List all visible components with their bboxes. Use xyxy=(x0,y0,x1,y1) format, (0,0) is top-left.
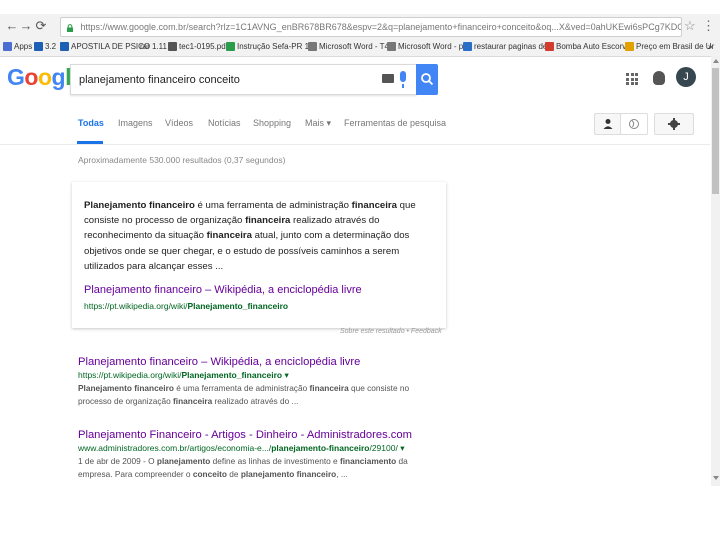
result-snippet: Planejamento financeiro é uma ferramenta… xyxy=(78,383,410,406)
microphone-icon[interactable] xyxy=(400,71,406,88)
url-field[interactable]: https://www.google.com.br/search?rlz=1C1… xyxy=(60,17,682,37)
bookmarks-bar: Apps 3.2 APOSTILA DE PSICO rar 1.11 tec1… xyxy=(0,38,720,57)
price-icon xyxy=(625,42,634,52)
apps-grid-icon xyxy=(3,42,12,52)
page-scrollbar[interactable] xyxy=(711,56,720,486)
featured-snippet-text: Planejamento financeiro é uma ferramenta… xyxy=(84,200,416,272)
bookmark-item[interactable]: tec1-0195.pdf xyxy=(168,41,228,53)
active-tab-indicator xyxy=(77,141,103,144)
address-bar-row: ← → ⟳ https://www.google.com.br/search?r… xyxy=(0,14,720,38)
result-snippet: 1 de abr de 2009 - O planejamento define… xyxy=(78,456,408,479)
linkedin-icon xyxy=(34,42,43,52)
logo-letter: G xyxy=(7,64,25,90)
scrollbar-thumb[interactable] xyxy=(712,68,719,194)
personal-results-button[interactable] xyxy=(594,113,622,135)
lock-icon xyxy=(67,23,73,32)
search-result: Planejamento financeiro – Wikipédia, a e… xyxy=(78,356,458,408)
notifications-icon[interactable] xyxy=(653,71,665,85)
bookmark-item[interactable]: Instrução Sefa-PR 14 xyxy=(226,41,313,53)
tab-all[interactable]: Todas xyxy=(78,118,104,128)
search-icon xyxy=(421,73,434,86)
featured-snippet-link[interactable]: Planejamento financeiro – Wikipédia, a e… xyxy=(84,284,362,296)
bookmark-item[interactable]: Microsoft Word - plo xyxy=(387,41,469,53)
tab-more[interactable]: Mais ▾ xyxy=(305,118,331,129)
apps-icon[interactable] xyxy=(626,73,638,85)
tab-videos[interactable]: Vídeos xyxy=(165,118,193,128)
gear-icon xyxy=(668,118,680,130)
bookmark-item[interactable]: APOSTILA DE PSICO xyxy=(60,41,150,53)
logo-letter: g xyxy=(51,64,66,90)
result-title-link[interactable]: Planejamento financeiro – Wikipédia, a e… xyxy=(78,356,458,368)
scroll-down-icon[interactable] xyxy=(713,476,719,480)
featured-snippet-url: https://pt.wikipedia.org/wiki/Planejamen… xyxy=(84,301,289,311)
settings-button[interactable] xyxy=(654,113,694,135)
bookmark-item[interactable]: Bomba Auto Escorva xyxy=(545,41,631,53)
bookmark-item[interactable]: 3.2 xyxy=(34,41,56,53)
url-text: https://www.google.com.br/search?rlz=1C1… xyxy=(80,22,681,32)
scroll-up-icon[interactable] xyxy=(713,59,719,63)
tab-news[interactable]: Notícias xyxy=(208,118,241,128)
globe-icon xyxy=(629,119,639,129)
reload-icon[interactable]: ⟳ xyxy=(33,18,49,34)
linkedin-icon xyxy=(60,42,69,52)
bookmark-item[interactable]: Microsoft Word - T4 xyxy=(308,41,389,53)
shop-icon xyxy=(545,42,554,52)
search-button[interactable] xyxy=(416,64,438,95)
bookmark-item[interactable]: rar 1.11 xyxy=(140,41,167,53)
leaf-icon xyxy=(226,42,235,52)
browser-window: ← → ⟳ https://www.google.com.br/search?r… xyxy=(0,0,720,486)
snippet-feedback[interactable]: Sobre este resultado • Feedback xyxy=(340,328,442,335)
bookmark-apps[interactable]: Apps xyxy=(3,41,32,53)
bookmark-item[interactable]: Preço em Brasil de Ur xyxy=(625,41,714,53)
result-url: https://pt.wikipedia.org/wiki/Planejamen… xyxy=(78,370,289,380)
person-icon xyxy=(603,119,613,129)
tab-shopping[interactable]: Shopping xyxy=(253,118,291,128)
forward-icon[interactable]: → xyxy=(18,18,34,34)
bookmark-star-icon[interactable]: ☆ xyxy=(684,18,696,34)
bookmark-item[interactable]: restaurar paginas de xyxy=(463,41,547,53)
global-results-button[interactable] xyxy=(620,113,648,135)
search-input[interactable] xyxy=(77,70,381,90)
featured-snippet: Planejamento financeiro é uma ferramenta… xyxy=(72,182,446,328)
tab-images[interactable]: Imagens xyxy=(118,118,153,128)
search-box xyxy=(70,64,417,95)
more-bookmarks-icon[interactable]: » xyxy=(708,41,712,53)
avatar[interactable]: J xyxy=(676,67,696,87)
menu-icon[interactable]: ⋮ xyxy=(702,18,715,34)
document-icon xyxy=(387,42,396,52)
logo-letter: o xyxy=(37,64,52,90)
result-stats: Aproximadamente 530.000 resultados (0,37… xyxy=(78,155,286,165)
document-icon xyxy=(168,42,177,52)
result-title-link[interactable]: Planejamento Financeiro - Artigos - Dinh… xyxy=(78,429,458,441)
globe-icon xyxy=(463,42,472,52)
result-url: www.administradores.com.br/artigos/econo… xyxy=(78,443,405,453)
search-result: Planejamento Financeiro - Artigos - Dinh… xyxy=(78,429,458,481)
logo-letter: o xyxy=(24,64,38,90)
search-tabs: Todas Imagens Vídeos Notícias Shopping M… xyxy=(0,104,710,145)
keyboard-icon[interactable] xyxy=(382,74,394,83)
document-icon xyxy=(308,42,317,52)
tab-search-tools[interactable]: Ferramentas de pesquisa xyxy=(344,118,446,128)
